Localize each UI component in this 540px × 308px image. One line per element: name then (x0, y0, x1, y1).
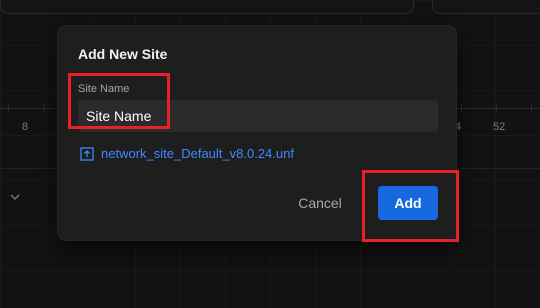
background-top-left-card (0, 0, 414, 14)
site-file-name: network_site_Default_v8.0.24.unf (101, 146, 294, 161)
site-file-link[interactable]: network_site_Default_v8.0.24.unf (80, 146, 294, 161)
add-button[interactable]: Add (378, 186, 438, 220)
background-ruler-left-value: 8 (22, 121, 29, 133)
dialog-title: Add New Site (78, 46, 168, 62)
upload-file-icon (80, 146, 94, 161)
site-name-input[interactable] (78, 100, 438, 132)
background-ruler-right-value: 52 (493, 121, 506, 133)
background-top-right-card (432, 0, 540, 14)
app-root: 8 4 52 Add New Site Site Name network_si… (0, 0, 540, 308)
site-name-label: Site Name (78, 83, 130, 95)
cancel-button[interactable]: Cancel (290, 189, 350, 217)
add-new-site-dialog: Add New Site Site Name network_site_Defa… (58, 26, 456, 240)
chevron-down-icon (10, 192, 20, 204)
